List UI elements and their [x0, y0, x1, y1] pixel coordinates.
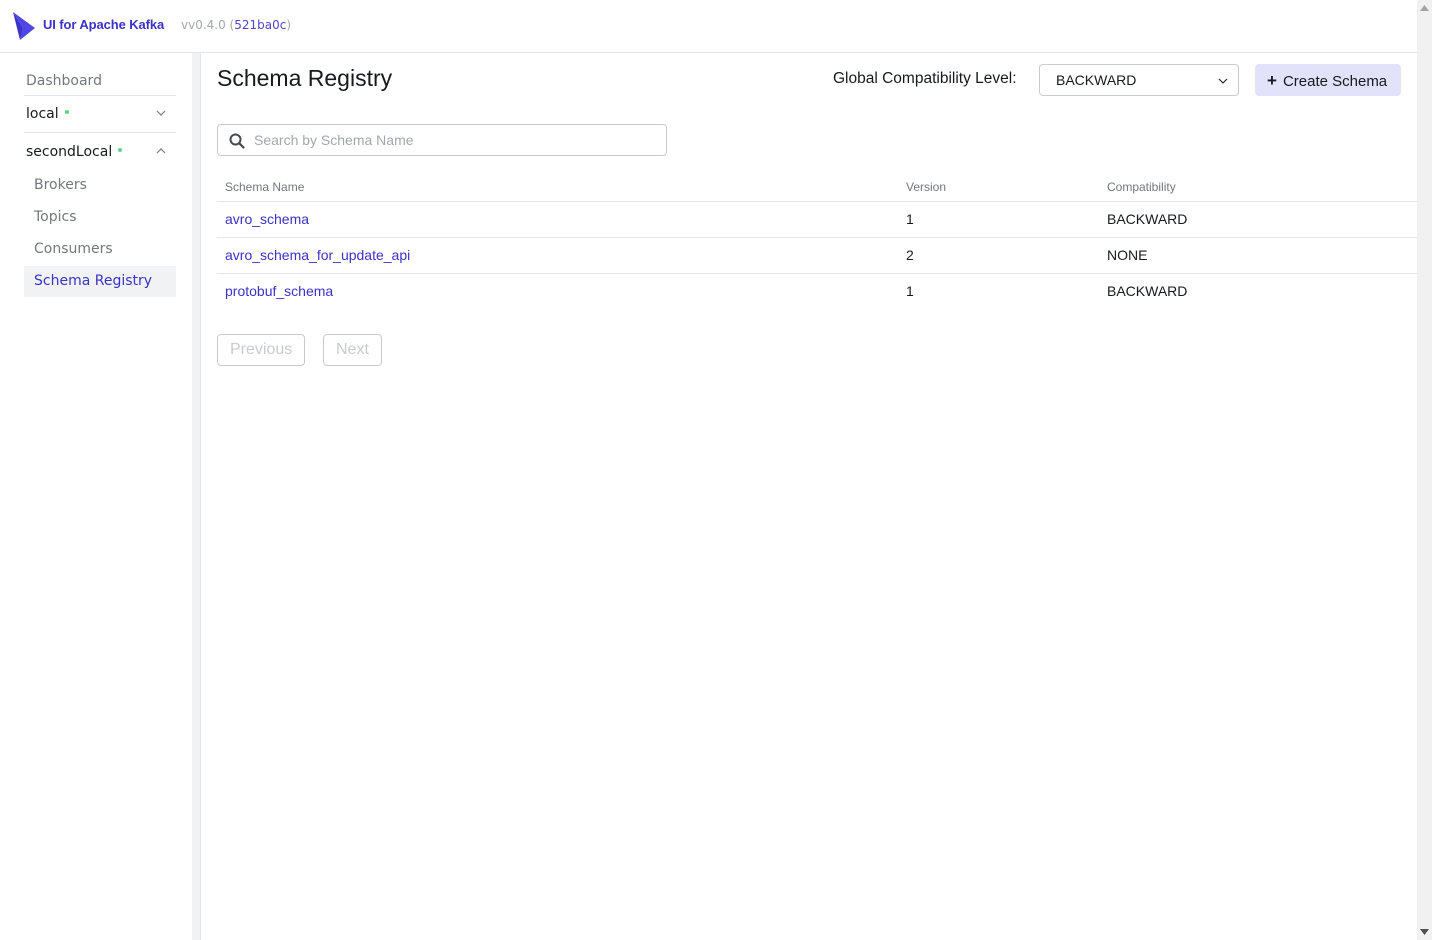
status-online-indicator [118, 148, 123, 152]
sidebar-scrollbar[interactable] [192, 53, 201, 940]
chevron-up-icon [156, 148, 166, 154]
sidebar: Dashboard local secondLocal Brokers Topi… [0, 53, 192, 940]
sidebar-item-dashboard[interactable]: Dashboard [24, 66, 176, 97]
chevron-down-icon [1218, 78, 1228, 84]
schema-version: 1 [906, 211, 914, 227]
search-icon [229, 133, 245, 149]
compatibility-value: BACKWARD [1056, 72, 1137, 88]
search-box [217, 124, 667, 156]
table-row[interactable]: protobuf_schema 1 BACKWARD [217, 273, 1417, 309]
schema-compatibility: NONE [1107, 247, 1148, 263]
status-online-indicator [64, 110, 69, 114]
schema-compatibility: BACKWARD [1107, 283, 1188, 299]
schema-version: 2 [906, 247, 914, 263]
sidebar-item-consumers[interactable]: Consumers [24, 234, 176, 265]
sidebar-item-schema-registry[interactable]: Schema Registry [24, 266, 176, 297]
compatibility-label: Global Compatibility Level: [833, 70, 1017, 87]
sidebar-item-brokers[interactable]: Brokers [24, 170, 176, 201]
schema-name-link[interactable]: avro_schema [225, 211, 309, 227]
table-row[interactable]: avro_schema 1 BACKWARD [217, 201, 1417, 237]
top-navbar: UI for Apache Kafka vv0.4.0 (521ba0c) [0, 0, 1417, 53]
scroll-up-icon[interactable] [1420, 5, 1429, 11]
sidebar-cluster-secondlocal[interactable]: secondLocal [24, 134, 176, 172]
scroll-down-icon[interactable] [1420, 929, 1429, 935]
table-row[interactable]: avro_schema_for_update_api 2 NONE [217, 237, 1417, 273]
cluster-name: secondLocal [26, 144, 113, 160]
previous-page-button[interactable]: Previous [217, 334, 306, 366]
schema-compatibility: BACKWARD [1107, 211, 1188, 227]
create-schema-label: Create Schema [1282, 73, 1388, 90]
search-input[interactable] [254, 129, 654, 151]
schema-name-link[interactable]: avro_schema_for_update_api [225, 247, 410, 263]
schema-version: 1 [906, 283, 914, 299]
version-text: vv0.4.0 ( [181, 18, 235, 32]
compatibility-select[interactable]: BACKWARD [1039, 64, 1239, 96]
sidebar-cluster-local[interactable]: local [24, 95, 176, 133]
column-header-compatibility[interactable]: Compatibility [1107, 180, 1176, 194]
sidebar-item-topics[interactable]: Topics [24, 202, 176, 233]
next-page-button[interactable]: Next [323, 334, 382, 366]
page-title: Schema Registry [217, 65, 393, 91]
plus-icon: + [1267, 71, 1277, 90]
cluster-name: local [26, 106, 59, 122]
version-label: vv0.4.0 (521ba0c) [181, 18, 291, 32]
column-header-schema-name[interactable]: Schema Name [225, 180, 304, 194]
page-scrollbar[interactable] [1417, 0, 1432, 940]
column-header-version[interactable]: Version [906, 180, 946, 194]
version-suffix: ) [286, 18, 292, 32]
brand-title[interactable]: UI for Apache Kafka [43, 17, 164, 32]
commit-link[interactable]: 521ba0c [234, 18, 286, 32]
schema-name-link[interactable]: protobuf_schema [225, 283, 333, 299]
chevron-down-icon [156, 110, 166, 116]
create-schema-button[interactable]: + Create Schema [1255, 64, 1401, 96]
kafka-logo-icon[interactable] [12, 11, 36, 41]
